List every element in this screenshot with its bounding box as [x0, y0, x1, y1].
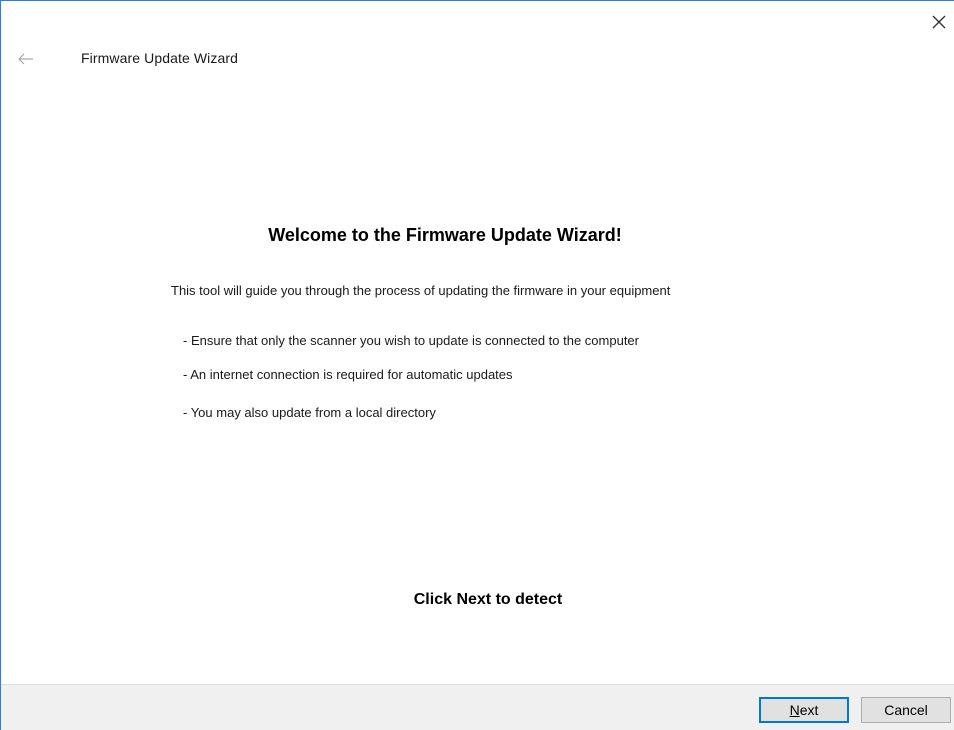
back-button[interactable]: [15, 49, 37, 69]
next-button[interactable]: Next: [759, 697, 849, 723]
bullet-item: - An internet connection is required for…: [183, 367, 513, 382]
back-arrow-icon: [18, 53, 33, 65]
cancel-label: Cancel: [884, 702, 928, 718]
click-next-prompt: Click Next to detect: [413, 591, 563, 608]
bullet-item: - You may also update from a local direc…: [183, 405, 436, 420]
footer-bar: Next Cancel: [1, 684, 954, 730]
intro-text: This tool will guide you through the pro…: [171, 283, 671, 298]
welcome-heading: Welcome to the Firmware Update Wizard!: [268, 225, 622, 245]
wizard-window: Firmware Update Wizard Welcome to the Fi…: [0, 0, 954, 730]
next-mnemonic: N: [789, 702, 800, 718]
bullet-item: - Ensure that only the scanner you wish …: [183, 333, 639, 348]
window-title: Firmware Update Wizard: [81, 50, 239, 66]
next-label: ext: [799, 702, 819, 718]
cancel-button[interactable]: Cancel: [861, 697, 951, 723]
close-icon: [932, 15, 946, 29]
close-button[interactable]: [928, 11, 950, 33]
